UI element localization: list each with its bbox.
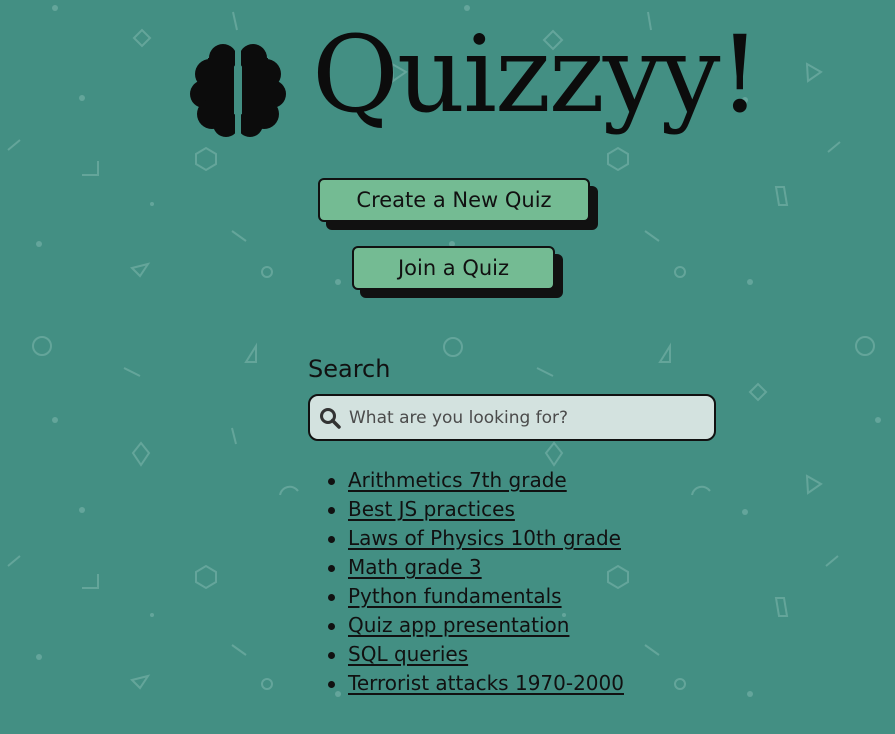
list-item: Quiz app presentation	[328, 611, 624, 640]
quiz-list: Arithmetics 7th grade Best JS practices …	[328, 466, 624, 698]
join-quiz-button[interactable]: Join a Quiz	[352, 246, 555, 290]
list-item: SQL queries	[328, 640, 624, 669]
search-icon	[320, 407, 341, 429]
brain-icon	[190, 42, 286, 138]
search-label: Search	[308, 355, 391, 383]
list-item: Best JS practices	[328, 495, 624, 524]
search-field[interactable]	[308, 394, 716, 441]
app-logo: Quizzyy!	[188, 22, 761, 162]
quiz-link[interactable]: Best JS practices	[348, 497, 515, 521]
quiz-link[interactable]: Quiz app presentation	[348, 613, 569, 637]
quiz-link[interactable]: Math grade 3	[348, 555, 482, 579]
create-quiz-button[interactable]: Create a New Quiz	[318, 178, 590, 222]
quiz-link[interactable]: Python fundamentals	[348, 584, 562, 608]
quiz-link[interactable]: Laws of Physics 10th grade	[348, 526, 621, 550]
list-item: Math grade 3	[328, 553, 624, 582]
quiz-link[interactable]: Terrorist attacks 1970-2000	[348, 671, 624, 695]
quiz-link[interactable]: Arithmetics 7th grade	[348, 468, 567, 492]
search-input[interactable]	[347, 406, 701, 429]
quiz-link[interactable]: SQL queries	[348, 642, 468, 666]
list-item: Python fundamentals	[328, 582, 624, 611]
list-item: Laws of Physics 10th grade	[328, 524, 624, 553]
list-item: Arithmetics 7th grade	[328, 466, 624, 495]
list-item: Terrorist attacks 1970-2000	[328, 669, 624, 698]
app-title: Quizzyy!	[312, 13, 761, 136]
